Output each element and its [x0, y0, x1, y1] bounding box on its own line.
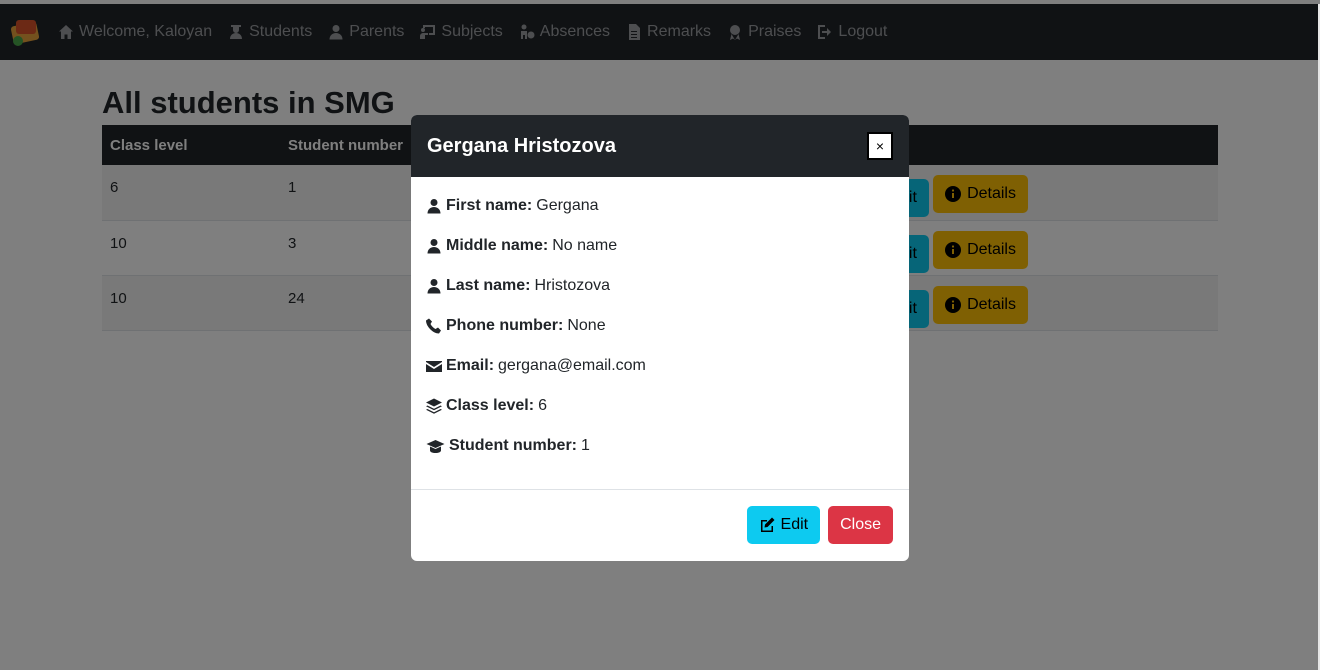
field-label: First name:: [446, 197, 533, 214]
field-label: Class level:: [446, 397, 535, 414]
student-details-modal: Gergana Hristozova × First name: Gergana…: [411, 115, 909, 561]
modal-header: Gergana Hristozova ×: [411, 115, 909, 177]
edit-label: Edit: [780, 516, 809, 533]
field-value: No name: [552, 237, 618, 254]
graduation-cap-icon: [426, 440, 445, 453]
modal-footer: Edit Close: [411, 490, 909, 560]
modal-body: First name: Gergana Middle name: No name…: [411, 177, 909, 490]
field-class-level: Class level: 6: [426, 395, 894, 417]
edit-icon: [760, 517, 775, 532]
field-student-number: Student number: 1: [426, 435, 894, 457]
field-first-name: First name: Gergana: [426, 195, 894, 217]
modal-title: Gergana Hristozova: [427, 134, 616, 157]
close-button[interactable]: Close: [828, 506, 893, 544]
field-value: Hristozova: [534, 277, 611, 294]
field-value: None: [567, 317, 606, 334]
close-icon[interactable]: ×: [867, 132, 893, 160]
phone-icon: [426, 318, 441, 334]
field-value: 6: [538, 397, 547, 414]
field-phone-number: Phone number: None: [426, 315, 894, 337]
layers-icon: [426, 398, 442, 414]
field-label: Phone number:: [446, 317, 564, 334]
field-label: Student number:: [449, 437, 577, 454]
edit-button[interactable]: Edit: [746, 506, 821, 544]
envelope-icon: [426, 361, 442, 372]
field-value: gergana@email.com: [498, 357, 646, 374]
field-label: Middle name:: [446, 237, 549, 254]
field-last-name: Last name: Hristozova: [426, 275, 894, 297]
field-label: Email:: [446, 357, 495, 374]
field-email: Email: gergana@email.com: [426, 355, 894, 377]
user-icon: [427, 279, 441, 294]
field-label: Last name:: [446, 277, 531, 294]
user-icon: [427, 239, 441, 254]
field-value: 1: [581, 437, 590, 454]
field-value: Gergana: [536, 197, 599, 214]
field-middle-name: Middle name: No name: [426, 235, 894, 257]
user-icon: [427, 199, 441, 214]
